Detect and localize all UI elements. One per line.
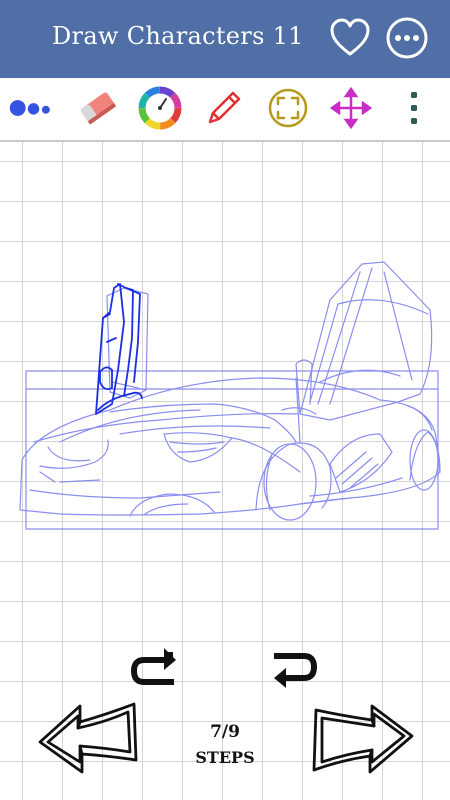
eraser-icon[interactable] xyxy=(76,86,120,130)
step-counter: 7/9 STEPS xyxy=(180,722,270,767)
pencil-icon[interactable] xyxy=(202,86,246,130)
next-step-button[interactable] xyxy=(310,700,416,778)
drawing-toolbar xyxy=(0,78,450,142)
more-options-icon[interactable] xyxy=(385,16,429,60)
heart-icon[interactable] xyxy=(328,16,372,60)
app-header: Draw Characters 11 xyxy=(0,0,450,78)
steps-label: STEPS xyxy=(195,748,255,767)
app-title: Draw Characters 11 xyxy=(52,22,304,50)
undo-button[interactable] xyxy=(268,646,320,692)
redo-button[interactable] xyxy=(128,646,180,692)
more-vertical-icon[interactable] xyxy=(392,86,436,130)
previous-step-button[interactable] xyxy=(36,700,142,778)
fit-screen-icon[interactable] xyxy=(266,86,310,130)
color-picker-icon[interactable] xyxy=(138,86,182,130)
brush-size-icon[interactable] xyxy=(8,86,52,130)
step-count: 7/9 xyxy=(210,722,240,742)
move-icon[interactable] xyxy=(329,86,373,130)
car-sketch xyxy=(19,261,441,530)
